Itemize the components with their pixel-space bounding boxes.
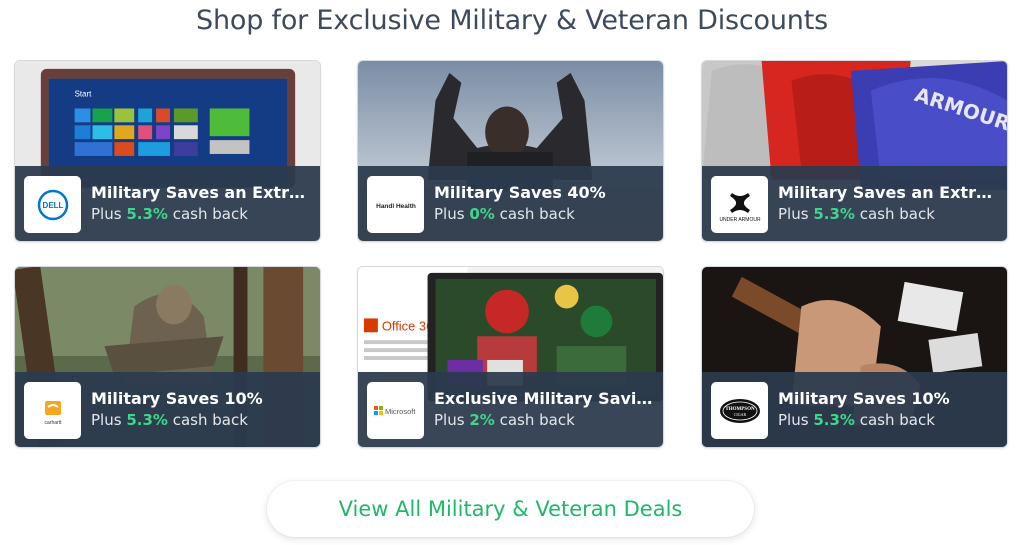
microsoft-logo-icon: Microsoft [367,382,424,439]
deal-title: Exclusive Military Savings [434,389,656,408]
deal-card-thompson-cigar[interactable]: THOMPSON CIGAR Military Saves 10% Plus 5… [701,266,1008,448]
deal-title: Military Saves 10% [91,389,263,408]
deal-title: Military Saves an Extra ... [778,183,1000,202]
cashback-text: Plus 5.3% cash back [91,205,248,223]
svg-text:UNDER ARMOUR: UNDER ARMOUR [719,217,761,223]
cashback-text: Plus 5.3% cash back [91,411,248,429]
deal-info-panel: Microsoft Exclusive Military Savings Plu… [358,372,663,447]
cashback-text: Plus 2% cash back [434,411,575,429]
deal-info-panel: Handl Health Military Saves 40% Plus 0% … [358,166,663,241]
view-all-deals-button[interactable]: View All Military & Veteran Deals [267,481,754,537]
cashback-text: Plus 0% cash back [434,205,575,223]
page-title: Shop for Exclusive Military & Veteran Di… [196,5,828,36]
cashback-text: Plus 5.3% cash back [778,205,935,223]
deal-card-dell[interactable]: Start DELL Military Saves an Extra ... P… [14,60,321,242]
svg-text:CIGAR: CIGAR [733,412,746,417]
deal-info-panel: DELL Military Saves an Extra ... Plus 5.… [15,166,320,241]
cashback-percent: 5.3% [126,411,168,429]
deal-info-panel: THOMPSON CIGAR Military Saves 10% Plus 5… [702,372,1007,447]
handl-health-logo-icon: Handl Health [367,176,424,233]
deal-info-panel: UNDER ARMOUR Military Saves an Extra ...… [702,166,1007,241]
cashback-text: Plus 5.3% cash back [778,411,935,429]
deal-title: Military Saves 40% [434,183,606,202]
deal-card-microsoft[interactable]: Office 365 Microsoft Exclusive Military … [357,266,664,448]
svg-text:Handl Health: Handl Health [376,203,416,210]
deal-card-handl-health[interactable]: Handl Health Military Saves 40% Plus 0% … [357,60,664,242]
under-armour-logo-icon: UNDER ARMOUR [711,176,768,233]
deal-title: Military Saves 10% [778,389,950,408]
svg-text:Microsoft: Microsoft [385,407,416,416]
cashback-percent: 5.3% [813,411,855,429]
deal-info-panel: carhartt Military Saves 10% Plus 5.3% ca… [15,372,320,447]
deal-title: Military Saves an Extra ... [91,183,313,202]
cashback-percent: 5.3% [813,205,855,223]
svg-text:Start: Start [75,90,93,99]
carhartt-logo-icon: carhartt [24,382,81,439]
svg-text:carhartt: carhartt [44,420,62,426]
deal-card-carhartt[interactable]: carhartt Military Saves 10% Plus 5.3% ca… [14,266,321,448]
thompson-cigar-logo-icon: THOMPSON CIGAR [711,382,768,439]
dell-logo-icon: DELL [24,176,81,233]
cashback-percent: 0% [469,205,495,223]
deal-card-under-armour[interactable]: ARMOUR UNDER ARMOUR Military Saves an Ex… [701,60,1008,242]
cashback-percent: 5.3% [126,205,168,223]
cashback-percent: 2% [469,411,495,429]
svg-text:DELL: DELL [42,201,63,210]
